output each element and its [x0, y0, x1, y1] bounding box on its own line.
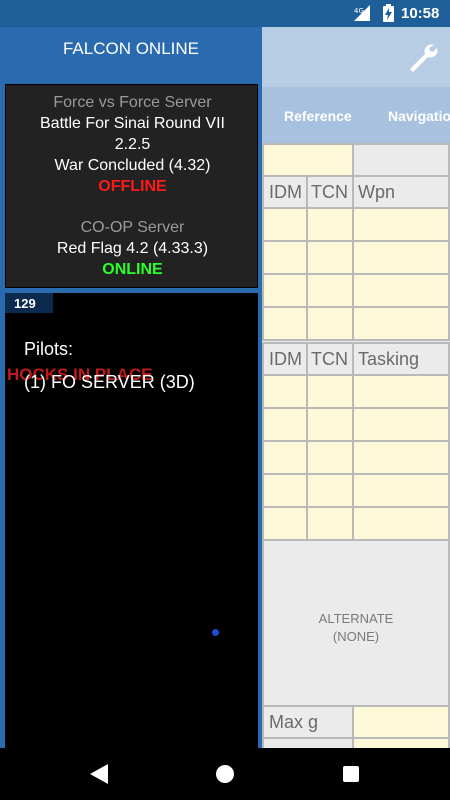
col-header-idm: IDM [269, 182, 302, 202]
grid-cell [352, 143, 450, 177]
clock: 10:58 [401, 5, 440, 22]
grid-cell[interactable] [352, 506, 450, 541]
pilot-entry: (1) FO SERVER (3D) [24, 372, 195, 392]
force-server-state: War Concluded (4.32) [54, 157, 211, 174]
server-status-panel: Force vs Force Server Battle For Sinai R… [5, 84, 258, 288]
grid-cell[interactable] [306, 306, 354, 341]
max-g-input[interactable] [352, 705, 450, 739]
grid-cell[interactable] [352, 407, 450, 442]
grid-cell[interactable] [262, 407, 308, 442]
grid-cell[interactable] [352, 440, 450, 475]
grid-cell[interactable] [262, 440, 308, 475]
app-window: Reference Navigation IDM TCN Wpn IDM TCN… [0, 27, 450, 748]
alternate-label: ALTERNATE [318, 611, 394, 626]
system-nav-bar [0, 748, 450, 800]
pilot-list-panel[interactable]: 129 HOCKS IN PLACE Pilots: (1) FO SERVER… [5, 293, 258, 748]
pilots-label: Pilots: [24, 339, 74, 359]
grid-cell[interactable] [262, 473, 308, 508]
grid-cell[interactable] [262, 207, 308, 242]
grid-cell[interactable] [352, 207, 450, 242]
header-cell [262, 737, 354, 748]
max-g-label: Max g [269, 712, 319, 732]
force-server-name: Battle For Sinai Round VII [40, 115, 225, 132]
force-server-version: 2.2.5 [114, 136, 151, 153]
coop-server-status: ONLINE [102, 261, 163, 278]
grid-cell[interactable] [352, 473, 450, 508]
wrench-settings-icon[interactable] [406, 41, 438, 73]
grid-cell[interactable] [306, 374, 354, 409]
grid-cell[interactable] [306, 240, 354, 275]
grid-cell[interactable] [306, 207, 354, 242]
coop-server-name: Red Flag 4.2 (4.33.3) [56, 240, 209, 257]
back-icon[interactable] [90, 764, 108, 784]
grid-cell[interactable] [306, 273, 354, 308]
grid-cell[interactable] [262, 273, 308, 308]
grid-cell[interactable] [352, 374, 450, 409]
pilot-count-badge: 129 [5, 293, 53, 313]
tab-reference[interactable]: Reference [284, 108, 352, 124]
col-header-idm: IDM [269, 349, 302, 369]
col-header-tcn: TCN [311, 182, 348, 202]
grid-cell[interactable] [262, 143, 354, 177]
tab-navigation[interactable]: Navigation [388, 108, 450, 124]
battery-charging-icon [383, 4, 394, 22]
alternate-value: (NONE) [332, 629, 380, 644]
grid-cell[interactable] [352, 240, 450, 275]
recent-apps-icon[interactable] [343, 766, 359, 782]
force-server-heading: Force vs Force Server [53, 94, 212, 111]
grid-cell[interactable] [306, 440, 354, 475]
grid-cell[interactable] [306, 506, 354, 541]
grid-cell[interactable] [352, 306, 450, 341]
force-server-status: OFFLINE [98, 178, 167, 195]
col-header-tcn: TCN [311, 349, 348, 369]
drawer-title: FALCON ONLINE [62, 39, 200, 58]
col-header-wpn: Wpn [358, 182, 396, 202]
grid-cell[interactable] [352, 273, 450, 308]
status-bar: 4G 10:58 [0, 0, 450, 27]
col-header-tasking: Tasking [358, 349, 420, 369]
grid-cell[interactable] [262, 374, 308, 409]
network-type: 4G [354, 7, 364, 15]
home-icon[interactable] [216, 765, 234, 783]
grid-cell[interactable] [306, 407, 354, 442]
coop-server-heading: CO-OP Server [80, 219, 185, 236]
signal-4g-icon: 4G [354, 5, 370, 21]
grid-cell[interactable] [352, 737, 450, 748]
grid-cell[interactable] [262, 506, 308, 541]
blue-dot-icon [212, 629, 219, 636]
grid-cell[interactable] [262, 306, 308, 341]
grid-cell[interactable] [262, 240, 308, 275]
grid-cell[interactable] [306, 473, 354, 508]
navigation-drawer[interactable]: FALCON ONLINE Force vs Force Server Batt… [0, 27, 262, 748]
kneeboard-grid: IDM TCN Wpn IDM TCN Tasking ALTERNATE (N… [262, 143, 450, 748]
